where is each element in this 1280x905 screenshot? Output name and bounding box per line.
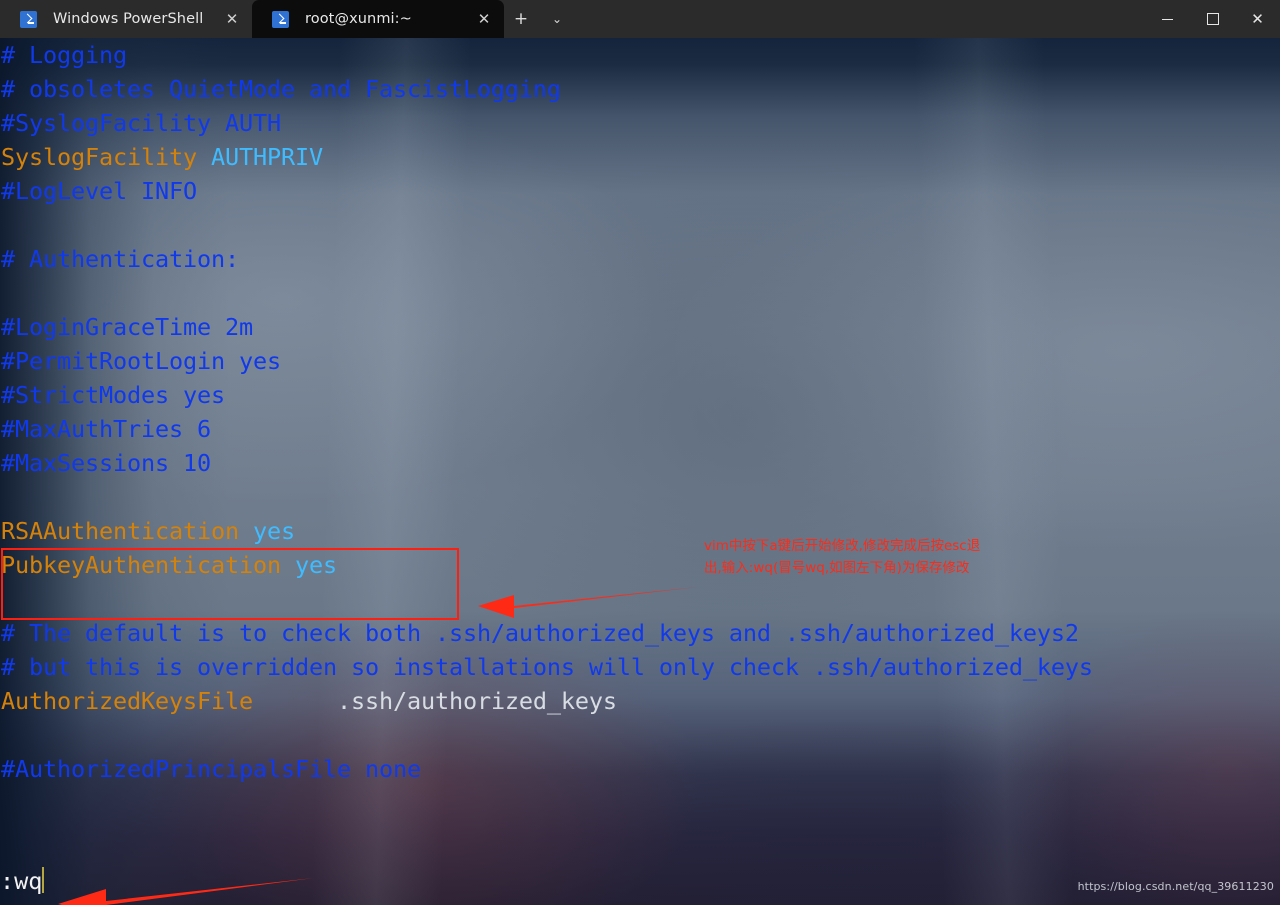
powershell-icon bbox=[272, 10, 289, 28]
tab-label: root@xunmi:~ bbox=[305, 11, 412, 27]
terminal-text-segment: #SyslogFacility AUTH bbox=[1, 109, 281, 137]
highlight-box-annotation bbox=[1, 548, 459, 620]
tab-label: Windows PowerShell bbox=[53, 11, 204, 27]
terminal-text-segment: #MaxAuthTries 6 bbox=[1, 415, 211, 443]
text-screen: # Logging # obsoletes QuietMode and Fasci… bbox=[0, 38, 1280, 905]
terminal-line: # obsoletes QuietMode and FascistLogging bbox=[0, 72, 1280, 106]
terminal-text-segment: yes bbox=[238, 517, 295, 545]
terminal-text-segment: #MaxSessions 10 bbox=[1, 449, 211, 477]
terminal-line: #MaxAuthTries 6 bbox=[0, 412, 1280, 446]
terminal-line: #LogLevel INFO bbox=[0, 174, 1280, 208]
tab-windows-powershell[interactable]: Windows PowerShell ✕ bbox=[0, 0, 252, 38]
terminal-line: # but this is overridden so installation… bbox=[0, 650, 1280, 684]
terminal-line: SyslogFacility AUTHPRIV bbox=[0, 140, 1280, 174]
vim-command-line: :wq bbox=[0, 864, 45, 898]
terminal-line: #PermitRootLogin yes bbox=[0, 344, 1280, 378]
title-bar: Windows PowerShell ✕ root@xunmi:~ ✕ + ⌄ … bbox=[0, 0, 1280, 38]
terminal-line: #MaxSessions 10 bbox=[0, 446, 1280, 480]
close-icon: ✕ bbox=[1251, 9, 1264, 28]
terminal-text-segment: #StrictModes yes bbox=[1, 381, 225, 409]
terminal-window: Windows PowerShell ✕ root@xunmi:~ ✕ + ⌄ … bbox=[0, 0, 1280, 905]
terminal-text-segment: #LogLevel INFO bbox=[1, 177, 197, 205]
tab-close-icon[interactable]: ✕ bbox=[218, 5, 246, 33]
powershell-icon bbox=[20, 10, 37, 28]
maximize-button[interactable] bbox=[1190, 0, 1235, 38]
new-tab-button[interactable]: + bbox=[504, 0, 538, 38]
terminal-text-segment: AUTHPRIV bbox=[196, 143, 323, 171]
terminal-text-segment: AuthorizedKeysFile bbox=[1, 687, 253, 715]
terminal-text-segment: # but this is overridden so installation… bbox=[1, 653, 1093, 681]
terminal-text-segment: #AuthorizedPrincipalsFile none bbox=[1, 755, 421, 783]
terminal-text-segment: # obsoletes QuietMode and FascistLogging bbox=[1, 75, 561, 103]
terminal-text-segment: # Logging bbox=[1, 41, 127, 69]
vim-command-text: :wq bbox=[0, 867, 43, 895]
tab-strip: Windows PowerShell ✕ root@xunmi:~ ✕ + ⌄ bbox=[0, 0, 1145, 38]
arrow-to-highlight-box bbox=[470, 586, 700, 622]
terminal-text-segment: #LoginGraceTime 2m bbox=[1, 313, 253, 341]
watermark-url: https://blog.csdn.net/qq_39611230 bbox=[1077, 880, 1274, 893]
terminal-line: #StrictModes yes bbox=[0, 378, 1280, 412]
terminal-line: # Authentication: bbox=[0, 242, 1280, 276]
terminal-line: #AuthorizedPrincipalsFile none bbox=[0, 752, 1280, 786]
terminal-text-segment: .ssh/authorized_keys bbox=[252, 687, 617, 715]
terminal-text-segment: # The default is to check both .ssh/auth… bbox=[1, 619, 1079, 647]
terminal-line: AuthorizedKeysFile .ssh/authorized_keys bbox=[0, 684, 1280, 718]
terminal-surface[interactable]: # Logging # obsoletes QuietMode and Fasci… bbox=[0, 38, 1280, 905]
tab-close-icon[interactable]: ✕ bbox=[470, 5, 498, 33]
terminal-text-segment: # Authentication: bbox=[1, 245, 239, 273]
terminal-text-segment: SyslogFacility bbox=[1, 143, 197, 171]
chevron-down-icon[interactable]: ⌄ bbox=[538, 0, 576, 38]
config-file-text: # Logging # obsoletes QuietMode and Fasci… bbox=[0, 38, 1280, 786]
close-button[interactable]: ✕ bbox=[1235, 0, 1280, 38]
minimize-button[interactable] bbox=[1145, 0, 1190, 38]
tab-root-xunmi[interactable]: root@xunmi:~ ✕ bbox=[252, 0, 504, 38]
terminal-line: # Logging bbox=[0, 38, 1280, 72]
window-controls: ✕ bbox=[1145, 0, 1280, 38]
arrow-to-command-line bbox=[48, 876, 318, 905]
instruction-note: vim中按下a键后开始修改,修改完成后按esc退 出,输入:wq(冒号wq,如图… bbox=[704, 538, 981, 576]
terminal-line: RSAAuthentication yes bbox=[0, 514, 1280, 548]
terminal-line: #LoginGraceTime 2m bbox=[0, 310, 1280, 344]
text-cursor bbox=[42, 867, 45, 893]
terminal-text-segment: #PermitRootLogin yes bbox=[1, 347, 281, 375]
terminal-line: #SyslogFacility AUTH bbox=[0, 106, 1280, 140]
terminal-text-segment: RSAAuthentication bbox=[1, 517, 239, 545]
